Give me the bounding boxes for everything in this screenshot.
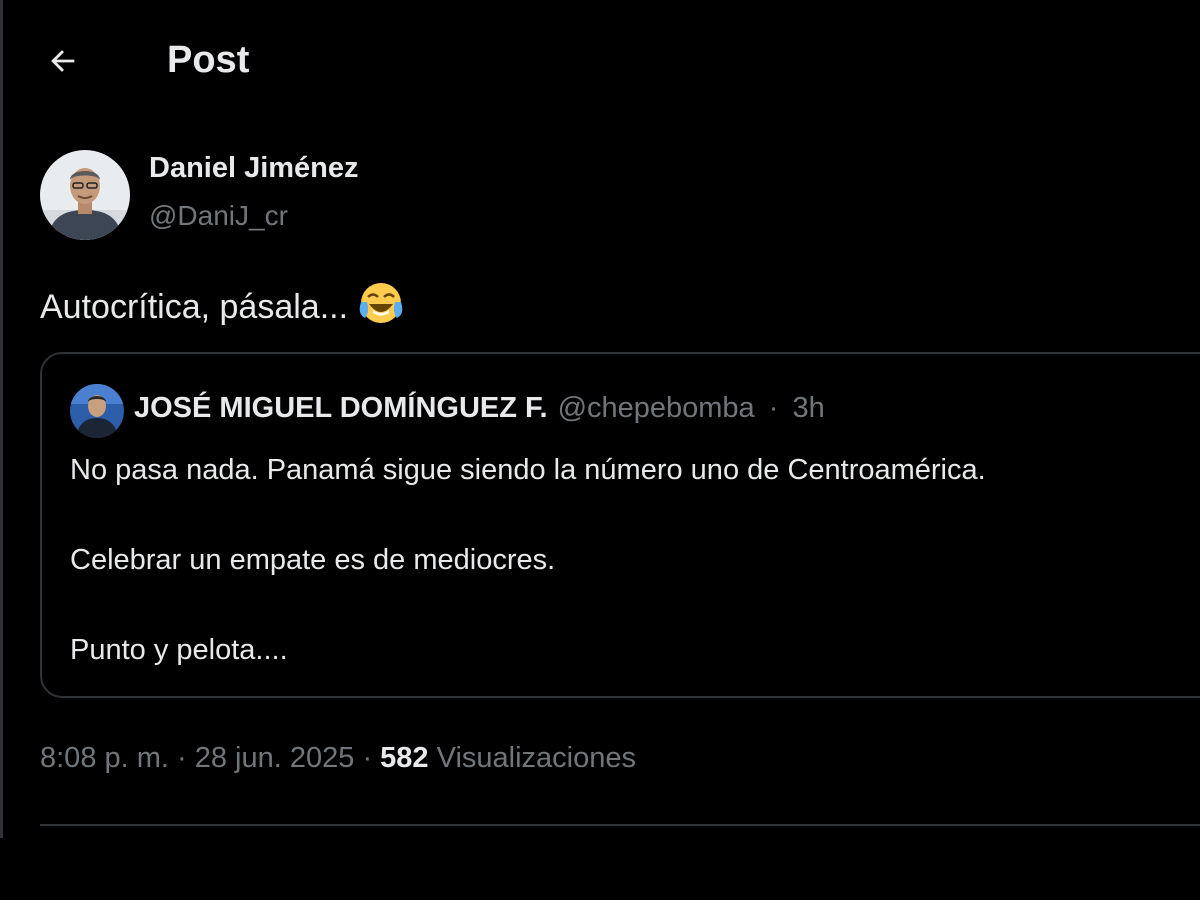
avatar-photo: [40, 150, 130, 240]
post-text-content: Autocrítica, pásala...: [40, 288, 349, 326]
quoted-post-header: JOSÉ MIGUEL DOMÍNGUEZ F. @chepebomba · 3h: [134, 392, 825, 425]
quoted-post-line: Punto y pelota....: [70, 634, 288, 666]
quoted-author-name[interactable]: JOSÉ MIGUEL DOMÍNGUEZ F.: [134, 392, 548, 424]
app-frame: Post Daniel Jiménez @DaniJ_cr Autocrític…: [0, 0, 1200, 900]
page-title: Post: [167, 39, 250, 81]
quoted-separator: ·: [768, 392, 779, 424]
views-count: 582: [380, 742, 429, 774]
quoted-author-handle[interactable]: @chepebomba: [558, 392, 755, 424]
post-text: Autocrítica, pásala...: [40, 280, 404, 335]
meta-separator: ·: [362, 742, 373, 774]
post-timestamp[interactable]: 8:08 p. m. · 28 jun. 2025: [40, 742, 354, 774]
arrow-left-icon: [51, 50, 75, 72]
quoted-post-card[interactable]: JOSÉ MIGUEL DOMÍNGUEZ F. @chepebomba · 3h…: [40, 352, 1200, 698]
author-name[interactable]: Daniel Jiménez: [149, 152, 359, 185]
quoted-post-line: Celebrar un empate es de mediocres.: [70, 544, 556, 576]
author-avatar[interactable]: [40, 150, 130, 240]
face-with-tears-of-joy-icon: [358, 280, 404, 335]
post-meta: 8:08 p. m. · 28 jun. 2025 · 582 Visualiz…: [40, 742, 636, 775]
quoted-post-line: No pasa nada. Panamá sigue siendo la núm…: [70, 454, 986, 486]
divider: [40, 824, 1200, 826]
back-button[interactable]: [40, 38, 86, 84]
page-header: Post: [0, 30, 1200, 90]
column-border: [0, 0, 3, 838]
author-handle[interactable]: @DaniJ_cr: [149, 200, 288, 232]
avatar-photo: [70, 384, 124, 438]
quoted-author-avatar[interactable]: [70, 384, 124, 438]
quoted-time-ago[interactable]: 3h: [792, 392, 824, 424]
views-label: Visualizaciones: [436, 742, 636, 774]
